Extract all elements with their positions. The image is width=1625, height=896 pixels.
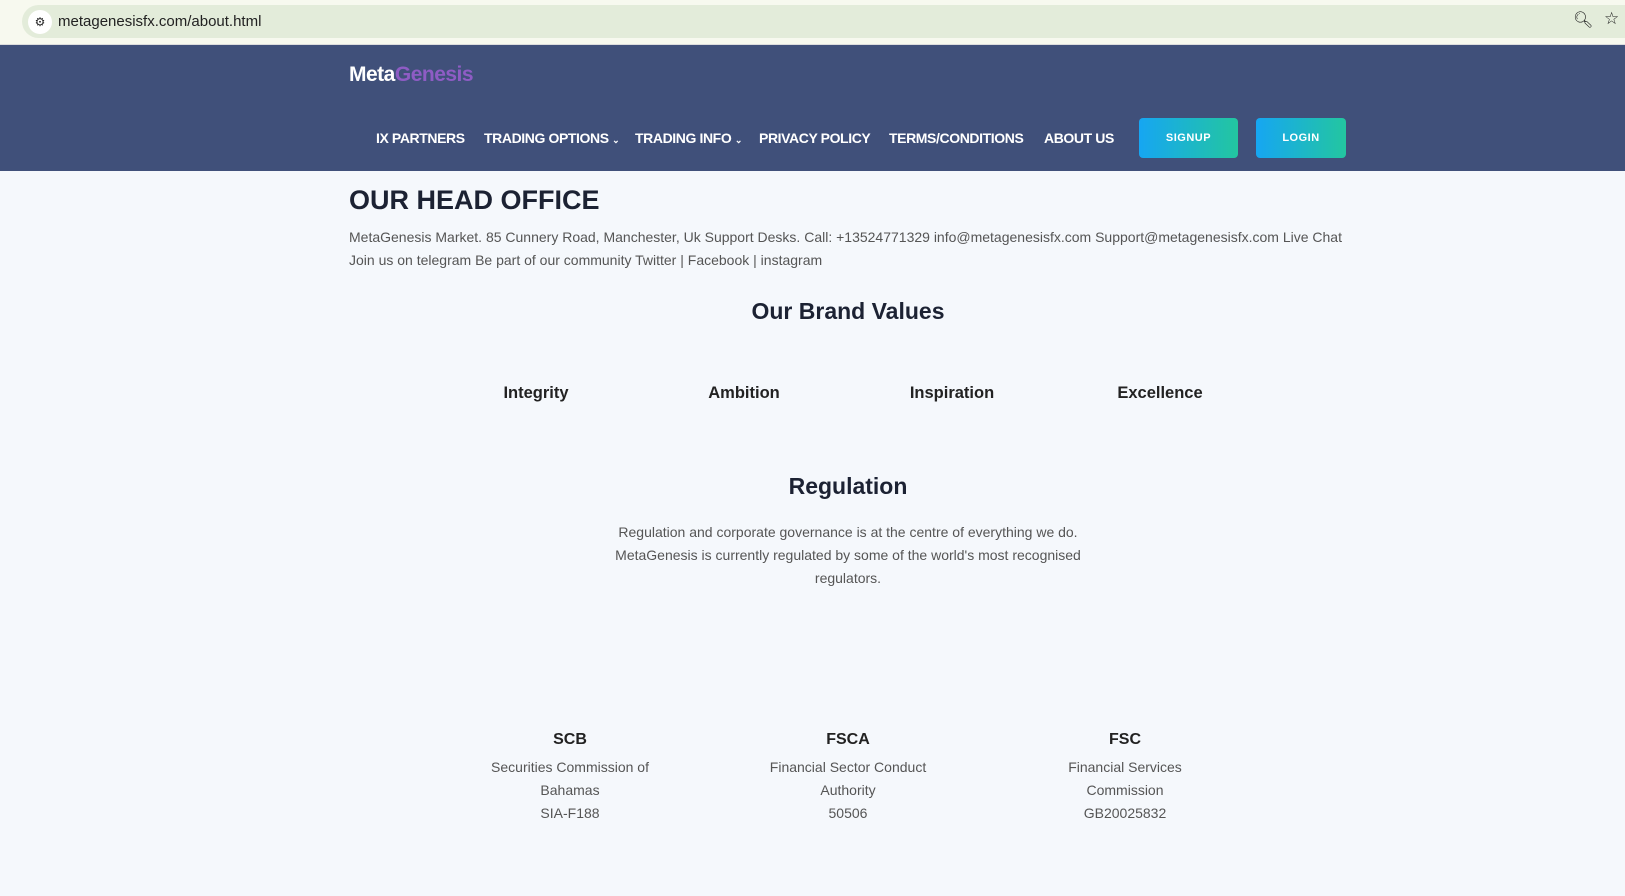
regulation-line: regulators. [814, 570, 882, 586]
nav-about-us[interactable]: ABOUT US [1044, 130, 1114, 146]
nav-privacy-policy[interactable]: PRIVACY POLICY [759, 130, 871, 146]
brand-values-title: Our Brand Values [751, 298, 945, 324]
chevron-down-icon: ⌄ [734, 135, 743, 145]
office-social: Join us on telegram Be part of our commu… [349, 252, 822, 268]
regulator-scb: SCB Securities Commission of Bahamas SIA… [491, 731, 649, 825]
zoom-icon[interactable]: 🔍︎ [1573, 10, 1593, 30]
value-ambition: Ambition [708, 384, 780, 402]
twitter-link[interactable]: Twitter [635, 252, 676, 268]
nav-trading-info[interactable]: TRADING INFO ⌄ [635, 130, 742, 146]
regulation-line: Regulation and corporate governance is a… [618, 524, 1078, 540]
nav-trading-options[interactable]: TRADING OPTIONS ⌄ [484, 130, 620, 146]
regulator-fsc: FSC Financial Services Commission GB2002… [1068, 731, 1182, 825]
head-office-title: OUR HEAD OFFICE [349, 185, 600, 215]
regulator-name: Financial Sector Conduct [769, 759, 927, 775]
logo-genesis: Genesis [394, 63, 474, 86]
logo-meta: Meta [349, 63, 395, 86]
regulator-abbr: SCB [553, 731, 587, 748]
facebook-link[interactable]: Facebook [688, 252, 749, 268]
regulation-title: Regulation [788, 473, 908, 499]
address-bar[interactable]: ⚙ metagenesisfx.com/about.html [22, 5, 1625, 38]
signup-button[interactable]: SIGNUP [1139, 118, 1238, 158]
login-button[interactable]: LOGIN [1256, 118, 1346, 158]
chevron-down-icon: ⌄ [612, 135, 620, 145]
social-text: Join us on telegram Be part of our commu… [349, 252, 636, 268]
regulator-name: Financial Services [1068, 759, 1182, 775]
separator: | [749, 252, 761, 268]
nav-terms-conditions[interactable]: TERMS/CONDITIONS [889, 130, 1024, 146]
site-header: MetaGenesis IX PARTNERS TRADING OPTIONS … [0, 45, 1625, 171]
regulator-name: Bahamas [540, 782, 600, 798]
regulator-abbr: FSCA [826, 731, 870, 748]
nav-ix-partners[interactable]: IX PARTNERS [376, 130, 465, 146]
logo[interactable]: MetaGenesis [349, 63, 474, 87]
bookmark-star-icon[interactable]: ☆ [1604, 9, 1619, 29]
value-inspiration: Inspiration [909, 384, 995, 402]
regulation-description: Regulation and corporate governance is a… [615, 521, 1081, 590]
regulator-name: Authority [820, 782, 876, 798]
regulator-license: GB20025832 [1083, 805, 1167, 821]
regulator-name: Securities Commission of [491, 759, 649, 775]
nav-label: TRADING INFO [635, 130, 732, 146]
office-address: MetaGenesis Market. 85 Cunnery Road, Man… [349, 229, 1342, 245]
regulation-line: MetaGenesis is currently regulated by so… [615, 547, 1081, 563]
value-excellence: Excellence [1117, 384, 1203, 402]
site-settings-icon[interactable]: ⚙ [28, 10, 52, 34]
regulator-fsca: FSCA Financial Sector Conduct Authority … [770, 731, 926, 825]
value-integrity: Integrity [503, 384, 569, 402]
url-text[interactable]: metagenesisfx.com/about.html [58, 13, 261, 30]
regulator-name: Commission [1086, 782, 1164, 798]
regulator-abbr: FSC [1108, 731, 1141, 748]
nav-label: TRADING OPTIONS [484, 130, 609, 146]
browser-bar: ⚙ metagenesisfx.com/about.html 🔍︎ ☆ [0, 0, 1625, 45]
regulator-license: SIA-F188 [540, 805, 600, 821]
instagram-link[interactable]: instagram [761, 252, 822, 268]
separator: | [676, 252, 688, 268]
regulator-license: 50506 [828, 805, 868, 821]
